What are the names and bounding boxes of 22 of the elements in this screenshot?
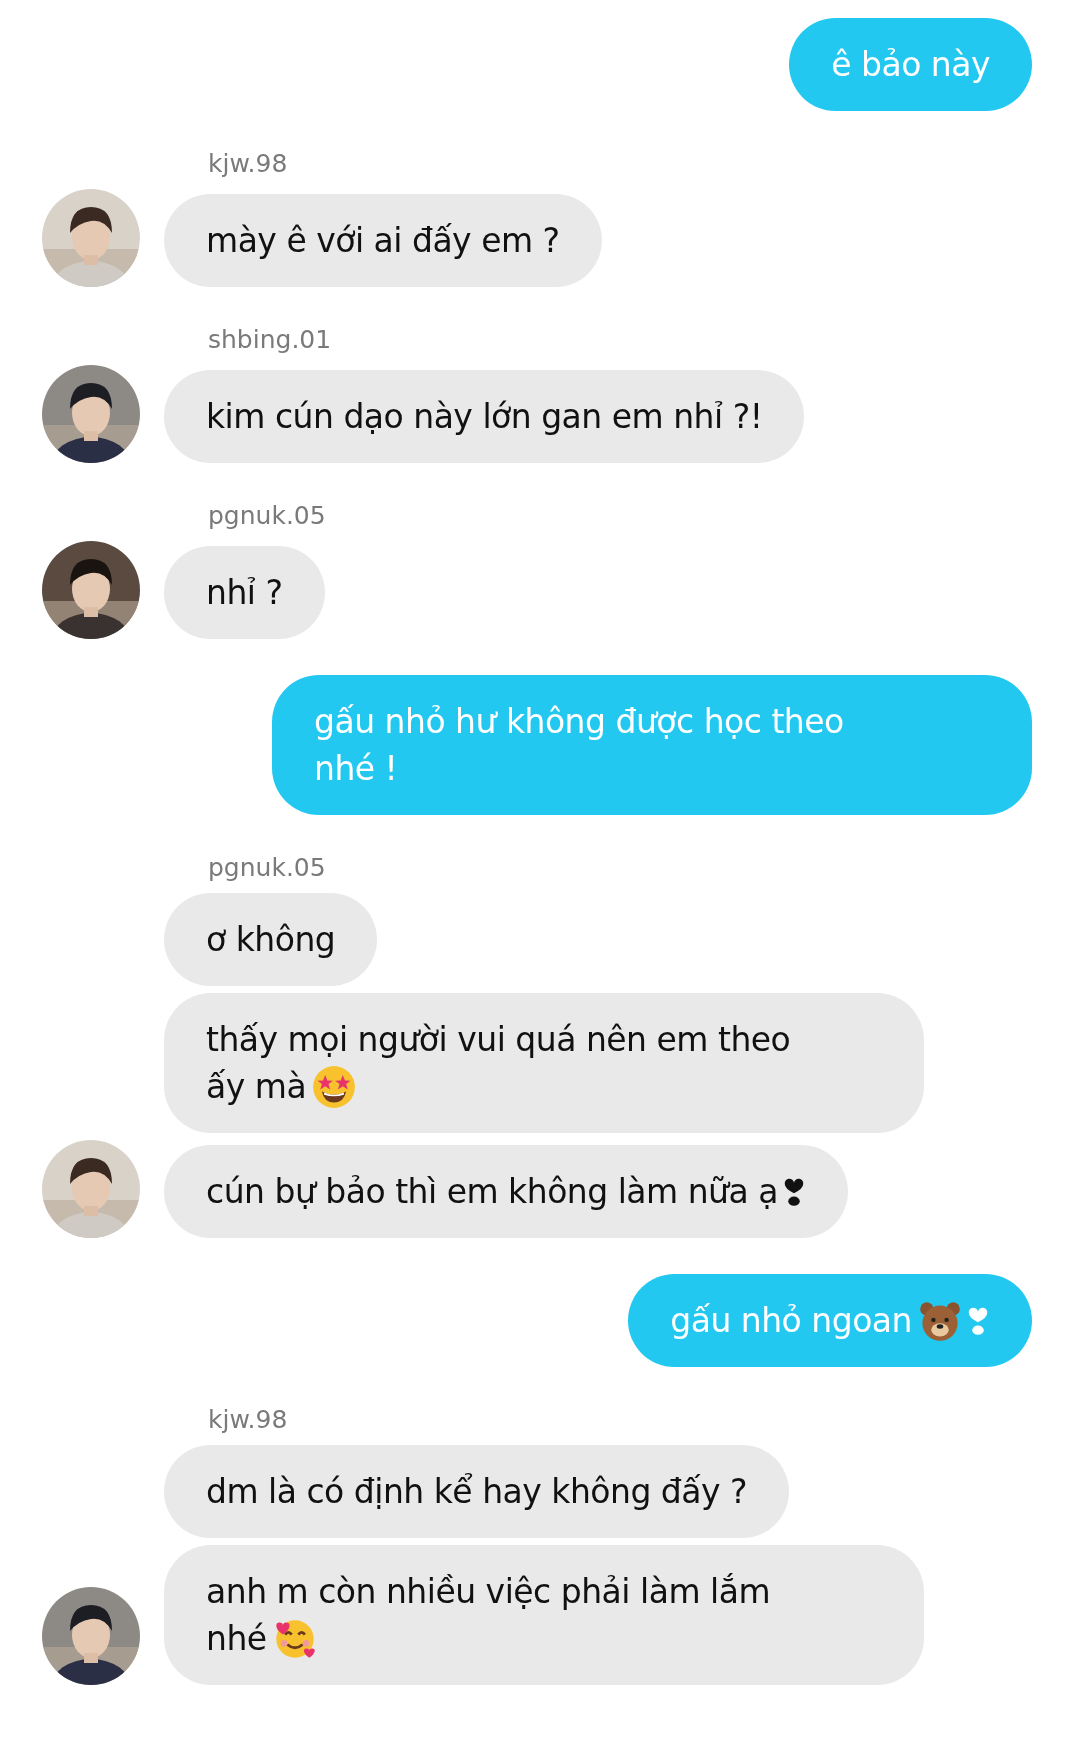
sender-name: kjw.98	[208, 149, 289, 179]
message-text: ơ không	[206, 919, 336, 961]
sender-name: kjw.98	[208, 1405, 289, 1435]
message-text: dm là có định kể hay không đấy ?	[206, 1471, 748, 1513]
message-text: gấu nhỏ ngoan	[670, 1300, 912, 1342]
message-text: thấy mọi người vui quá nên em theo	[206, 1019, 791, 1061]
sender-name: shbing.01	[208, 325, 333, 355]
heart-icon	[782, 1176, 806, 1207]
message-text: ấy mà	[206, 1066, 307, 1108]
message-text: nhé !	[314, 748, 398, 790]
message-text: anh m còn nhiều việc phải làm lắm	[206, 1571, 771, 1613]
message-text: cún bự bảo thì em không làm nữa ạ	[206, 1171, 778, 1213]
message-text: kim cún dạo này lớn gan em nhỉ ?!	[206, 396, 763, 438]
message-text: mày ê với ai đấy em ?	[206, 220, 560, 262]
message-text: nhỉ ?	[206, 572, 283, 614]
sender-name: pgnuk.05	[208, 853, 327, 883]
heart-icon	[966, 1305, 990, 1336]
message-text: ê bảo này	[831, 44, 990, 86]
sender-name: pgnuk.05	[208, 501, 327, 531]
message-text: gấu nhỏ hư không được học theo	[314, 701, 844, 743]
message-text: nhé	[206, 1618, 267, 1660]
star-eyes-emoji-icon	[312, 1064, 357, 1109]
